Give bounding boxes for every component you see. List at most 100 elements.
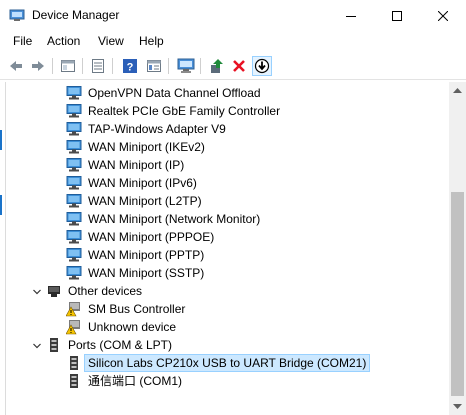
back-icon [10,61,22,71]
warning-device-icon [65,301,82,317]
network-adapter-icon [66,229,82,245]
scroll-thumb[interactable] [451,192,464,396]
tree-item[interactable]: WAN Miniport (L2TP) [6,192,449,210]
tree-item-label: WAN Miniport (IP) [88,158,185,172]
vertical-scrollbar[interactable] [449,82,466,415]
network-adapter-icon [66,157,82,173]
scan-hardware-button[interactable] [176,56,196,76]
properties-button[interactable] [58,56,78,76]
uninstall-icon [233,60,245,72]
menu-help[interactable]: Help [139,34,164,49]
disable-icon [254,58,270,74]
help-icon: ? [123,59,137,74]
tree-category[interactable]: Ports (COM & LPT) [6,336,449,354]
tree-item[interactable]: WAN Miniport (SSTP) [6,264,449,282]
chevron-down-icon[interactable] [32,286,42,296]
port-icon [66,373,82,389]
console-icon [147,60,161,72]
network-adapter-icon [66,121,82,137]
close-icon [438,10,448,21]
network-adapter-icon [66,211,82,227]
maximize-button[interactable] [374,0,420,31]
left-edge-accent [0,195,2,215]
network-adapter-icon [66,265,82,281]
view-icon [92,59,104,73]
tree-item-label: SM Bus Controller [88,302,186,316]
menu-bar: File Action View Help [0,31,466,52]
toolbar-separator [82,58,83,74]
tree-item[interactable]: WAN Miniport (IKEv2) [6,138,449,156]
tree-item-label: Realtek PCIe GbE Family Controller [88,104,281,118]
menu-view[interactable]: View [98,34,124,49]
console-tree-button[interactable] [144,56,164,76]
maximize-icon [392,10,402,21]
tree-item-label: WAN Miniport (L2TP) [88,194,202,208]
toolbar-separator [52,58,53,74]
minimize-button[interactable] [328,0,374,31]
tree-item[interactable]: Realtek PCIe GbE Family Controller [6,102,449,120]
tree-item-label: OpenVPN Data Channel Offload [88,86,261,100]
menu-file[interactable]: File [13,34,32,49]
tree-item-label: WAN Miniport (PPTP) [88,248,205,262]
tree-item-label: WAN Miniport (IPv6) [88,176,197,190]
port-icon [66,355,82,371]
scroll-up-button[interactable] [449,82,466,99]
properties-icon [61,60,75,72]
view-button[interactable] [88,56,108,76]
tree-item[interactable]: WAN Miniport (Network Monitor) [6,210,449,228]
back-button[interactable] [6,56,26,76]
toolbar-separator [200,58,201,74]
tree-item[interactable]: WAN Miniport (IP) [6,156,449,174]
tree-item-label: WAN Miniport (PPPOE) [88,230,215,244]
device-tree[interactable]: OpenVPN Data Channel Offload Realtek PCIe… [5,82,449,415]
svg-text:?: ? [127,62,134,74]
tree-item-label: 通信端口 (COM1) [88,374,182,388]
device-manager-icon [9,9,25,21]
update-driver-icon [211,59,223,73]
forward-icon [32,61,44,71]
left-edge-accent [0,130,2,150]
tree-item[interactable]: Silicon Labs CP210x USB to UART Bridge (… [6,354,449,372]
tree-item-label: Silicon Labs CP210x USB to UART Bridge (… [84,354,371,372]
scan-hardware-icon [177,58,195,73]
other-devices-icon [46,283,62,299]
scroll-down-icon [453,404,462,409]
uninstall-device-button[interactable] [229,56,249,76]
tree-item-label: Ports (COM & LPT) [68,338,173,352]
tree-item[interactable]: WAN Miniport (IPv6) [6,174,449,192]
warning-device-icon [65,319,82,335]
tree-item-label: WAN Miniport (Network Monitor) [88,212,261,226]
scroll-down-button[interactable] [449,398,466,415]
tree-item-label: WAN Miniport (SSTP) [88,266,205,280]
minimize-icon [346,15,356,17]
scroll-up-icon [453,88,462,93]
port-icon [46,337,62,353]
tree-item[interactable]: WAN Miniport (PPTP) [6,246,449,264]
close-button[interactable] [420,0,466,31]
network-adapter-icon [66,175,82,191]
network-adapter-icon [66,85,82,101]
network-adapter-icon [66,193,82,209]
disable-device-button[interactable] [252,56,272,76]
toolbar-separator [112,58,113,74]
forward-button[interactable] [28,56,48,76]
tree-item[interactable]: 通信端口 (COM1) [6,372,449,390]
menu-action[interactable]: Action [47,34,80,49]
title-bar: Device Manager [0,0,466,31]
chevron-down-icon[interactable] [32,340,42,350]
tree-item-label: Unknown device [88,320,177,334]
toolbar: ? [0,52,466,80]
update-driver-button[interactable] [207,56,227,76]
window-title: Device Manager [32,8,120,22]
toolbar-separator [168,58,169,74]
tree-item[interactable]: TAP-Windows Adapter V9 [6,120,449,138]
network-adapter-icon [66,247,82,263]
help-button[interactable]: ? [120,56,140,76]
tree-item-label: WAN Miniport (IKEv2) [88,140,205,154]
tree-item[interactable]: WAN Miniport (PPPOE) [6,228,449,246]
tree-item[interactable]: OpenVPN Data Channel Offload [6,84,449,102]
tree-item[interactable]: SM Bus Controller [6,300,449,318]
tree-category[interactable]: Other devices [6,282,449,300]
tree-item[interactable]: Unknown device [6,318,449,336]
network-adapter-icon [66,139,82,155]
